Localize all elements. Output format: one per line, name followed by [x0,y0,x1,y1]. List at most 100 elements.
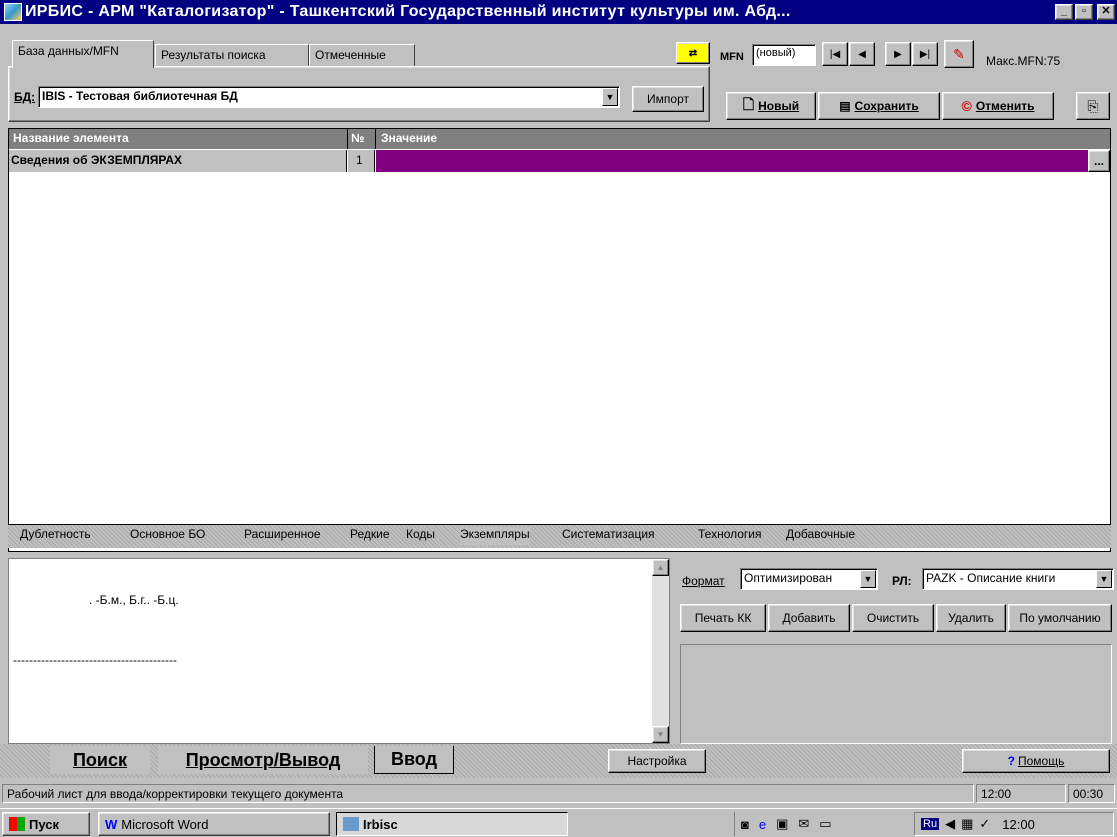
display-icon[interactable]: ▦ [961,816,973,832]
format-value: Оптимизирован [744,571,833,585]
new-record-button[interactable]: 🗋 Новый [726,92,816,120]
start-button[interactable]: Пуск [2,812,90,836]
switch-db-icon[interactable]: ⇄ [676,42,710,64]
record-tools-icon[interactable]: ✎ [944,40,974,68]
tab-search-results[interactable]: Результаты поиска [155,44,309,66]
field-edit-button[interactable]: ... [1088,150,1110,172]
show-desktop-icon[interactable]: ▭ [819,816,831,832]
worksheet-grid: Название элемента № Значение Сведения об… [8,128,1111,552]
status-text: Рабочий лист для ввода/корректировки тек… [2,784,974,803]
task-irbis[interactable]: Irbisc [336,812,568,836]
tab-extended[interactable]: Расширенное [244,527,321,545]
new-record-label: Новый [758,99,800,113]
channels-icon[interactable]: ◙ [741,817,749,832]
volume-icon[interactable]: ◀ [945,816,955,832]
column-name-header: Название элемента [13,131,129,145]
cancel-button[interactable]: © Отменить [942,92,1054,120]
table-row[interactable]: Сведения об ЭКЗЕМПЛЯРАХ 1 ... [9,150,1110,172]
app-icon [4,3,22,21]
title-bar: ИРБИС - АРМ "Каталогизатор" - Ташкентски… [0,0,1117,24]
first-record-button[interactable]: |◀ [822,42,848,66]
new-doc-icon: 🗋 [742,96,755,112]
browser-icon[interactable]: e [759,817,766,832]
tab-marked[interactable]: Отмеченные [309,44,415,66]
help-label: Помощь [1017,754,1065,768]
task-word-label: Microsoft Word [121,816,209,832]
scroll-down-icon[interactable]: ▼ [652,726,669,743]
tab-classification[interactable]: Систематизация [562,527,655,545]
maximize-button[interactable]: ▫ [1075,4,1093,20]
save-icon: ▤ [839,99,851,113]
windows-logo-icon [9,817,25,831]
copy-record-icon[interactable]: ⎘ [1076,92,1110,120]
clear-button[interactable]: Очистить [852,604,934,632]
format-label: Формат [682,574,725,588]
column-separator [347,129,348,149]
tab-copies[interactable]: Экземпляры [460,527,530,545]
tab-input[interactable]: Ввод [374,746,454,774]
format-output-area [680,644,1112,744]
system-tray: Ru ◀ ▦ ✓ 12:00 [914,812,1114,836]
add-button[interactable]: Добавить [768,604,850,632]
tab-duplicates[interactable]: Дублетность [20,527,91,545]
chevron-down-icon[interactable]: ▼ [860,570,876,588]
settings-button[interactable]: Настройка [608,749,706,773]
preview-separator: ----------------------------------------… [13,653,177,667]
tab-database-mfn[interactable]: База данных/MFN [12,40,154,68]
format-select[interactable]: Оптимизирован ▼ [740,568,878,590]
db-select[interactable]: IBIS - Тестовая библиотечная БД ▼ [38,86,620,108]
field-name-cell: Сведения об ЭКЗЕМПЛЯРАХ [9,150,347,172]
status-time: 12:00 [976,784,1066,803]
column-value-header: Значение [381,131,438,145]
outlook-icon[interactable]: ✉ [798,816,809,832]
next-record-button[interactable]: ▶ [885,42,911,66]
help-button[interactable]: ? Помощь [962,749,1110,773]
task-irbis-label: Irbisc [363,816,398,832]
preview-scrollbar[interactable]: ▲ ▼ [652,559,669,743]
mfn-field[interactable]: (новый) [752,44,816,66]
help-icon: ? [1007,754,1015,768]
close-button[interactable]: ✕ [1097,4,1115,20]
import-button[interactable]: Импорт [632,86,704,112]
tab-view-output[interactable]: Просмотр/Вывод [158,746,368,774]
grid-header: Название элемента № Значение [9,129,1110,149]
default-button[interactable]: По умолчанию [1008,604,1112,632]
delete-button[interactable]: Удалить [936,604,1006,632]
print-card-button[interactable]: Печать КК [680,604,766,632]
worksheet-value: PAZK - Описание книги [926,571,1056,585]
desktop-icon[interactable]: ▣ [776,816,788,832]
tab-technology[interactable]: Технология [698,527,762,545]
field-number-cell: 1 [348,150,375,172]
status-duration: 00:30 [1068,784,1115,803]
minimize-button[interactable]: _ [1055,4,1073,20]
db-select-value: IBIS - Тестовая библиотечная БД [42,89,238,103]
column-separator [375,129,376,149]
prev-record-button[interactable]: ◀ [849,42,875,66]
worksheet-label: РЛ: [892,574,912,588]
chevron-down-icon[interactable]: ▼ [602,88,618,106]
scroll-up-icon[interactable]: ▲ [652,559,669,576]
irbis-icon [343,817,359,831]
clock: 12:00 [1002,816,1035,832]
taskbar: Пуск W Microsoft Word Irbisc ◙ e ▣ ✉ ▭ R… [0,808,1117,837]
tab-main-bo[interactable]: Основное БО [130,527,205,545]
task-word[interactable]: W Microsoft Word [98,812,330,836]
last-record-button[interactable]: ▶| [912,42,938,66]
cancel-icon: © [961,98,972,114]
cancel-label: Отменить [975,99,1035,113]
word-icon: W [105,817,118,832]
record-preview: . -Б.м., Б.г.. -Б.ц. -------------------… [8,558,670,744]
tab-search[interactable]: Поиск [50,746,150,774]
save-button[interactable]: ▤ Сохранить [818,92,940,120]
field-value-cell[interactable] [376,150,1088,172]
worksheet-select[interactable]: PAZK - Описание книги ▼ [922,568,1114,590]
chevron-down-icon[interactable]: ▼ [1096,570,1112,588]
preview-line: . -Б.м., Б.г.. -Б.ц. [89,593,179,607]
quick-launch: ◙ e ▣ ✉ ▭ [734,812,906,836]
tab-search-label: Поиск [72,749,128,770]
scheduler-icon[interactable]: ✓ [979,816,990,832]
tab-codes[interactable]: Коды [406,527,435,545]
tab-rare[interactable]: Редкие [350,527,390,545]
tab-additional[interactable]: Добавочные [786,527,855,545]
lang-indicator[interactable]: Ru [921,818,940,830]
